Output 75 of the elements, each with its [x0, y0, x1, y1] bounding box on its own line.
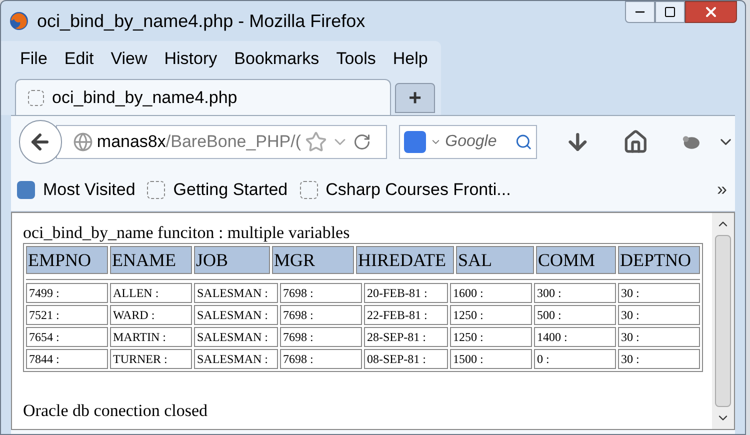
- new-tab-button[interactable]: +: [395, 83, 435, 113]
- table-cell: SALESMAN :: [194, 283, 278, 303]
- column-header: DEPTNO: [618, 246, 700, 274]
- column-header: SAL: [456, 246, 534, 274]
- firefox-logo-icon: [9, 11, 29, 31]
- search-icon[interactable]: [515, 133, 532, 151]
- menu-item[interactable]: Bookmarks: [234, 46, 320, 72]
- home-icon[interactable]: [622, 129, 648, 155]
- maximize-button[interactable]: [655, 1, 685, 23]
- table-cell: 7698 :: [280, 327, 362, 347]
- column-header: MGR: [272, 246, 354, 274]
- page-heading: oci_bind_by_name funciton : multiple variables: [23, 223, 351, 243]
- table-cell: 7654 :: [26, 327, 108, 347]
- maximize-icon: [664, 6, 676, 18]
- bookmark-item[interactable]: Csharp Courses Fronti...: [326, 176, 511, 202]
- table-cell: 300 :: [534, 283, 616, 303]
- table-cell: 22-FEB-81 :: [364, 305, 448, 325]
- menu-item[interactable]: Edit: [64, 46, 94, 72]
- bookmark-item[interactable]: Most Visited: [43, 176, 136, 202]
- menu-item[interactable]: History: [164, 46, 218, 72]
- table-cell: 7521 :: [26, 305, 108, 325]
- search-bar[interactable]: Google: [399, 125, 538, 159]
- table-cell: 7844 :: [26, 349, 108, 369]
- page-icon: [300, 180, 318, 198]
- search-field[interactable]: Google: [445, 130, 512, 154]
- column-header: COMM: [536, 246, 616, 274]
- table-cell: 30 :: [618, 349, 700, 369]
- table-cell: 30 :: [618, 283, 700, 303]
- vertical-scrollbar[interactable]: [712, 213, 734, 429]
- status-message: Oracle db conection closed: [23, 400, 209, 422]
- table-cell: 7698 :: [280, 305, 362, 325]
- bookmark-item[interactable]: Getting Started: [173, 176, 288, 202]
- menu-item[interactable]: Help: [392, 46, 428, 72]
- table-cell: SALESMAN :: [194, 305, 278, 325]
- table-cell: 1250 :: [450, 327, 532, 347]
- table-cell: 1600 :: [450, 283, 532, 303]
- window-title: oci_bind_by_name4.php - Mozilla Firefox: [37, 10, 366, 33]
- table-cell: 7698 :: [280, 349, 362, 369]
- globe-icon: [72, 132, 93, 152]
- table-cell: 0 :: [534, 349, 616, 369]
- bookmark-star-icon[interactable]: [305, 131, 328, 153]
- table-cell: 7499 :: [26, 283, 108, 303]
- close-icon: [703, 4, 719, 20]
- table-cell: ALLEN :: [110, 283, 192, 303]
- bookmarks-overflow-button[interactable]: »: [716, 176, 727, 203]
- page-icon: [147, 180, 166, 198]
- table-cell: 28-SEP-81 :: [364, 327, 448, 347]
- scrollbar-thumb[interactable]: [715, 235, 731, 407]
- column-header: HIREDATE: [356, 246, 454, 274]
- table-cell: 500 :: [534, 305, 616, 325]
- table-cell: WARD :: [110, 305, 192, 325]
- table-cell: 1400 :: [534, 327, 616, 347]
- menu-item[interactable]: View: [110, 46, 148, 72]
- table-cell: 7698 :: [280, 283, 362, 303]
- column-header: EMPNO: [26, 246, 108, 274]
- table-cell: TURNER :: [110, 349, 192, 369]
- table-cell: 08-SEP-81 :: [364, 349, 448, 369]
- table-cell: 20-FEB-81 :: [364, 283, 448, 303]
- column-header: ENAME: [110, 246, 192, 274]
- table-cell: 30 :: [618, 305, 700, 325]
- close-button[interactable]: [685, 1, 737, 23]
- table-cell: 1250 :: [450, 305, 532, 325]
- table-cell: 30 :: [618, 327, 700, 347]
- address-field[interactable]: manas8x/BareBone_PHP/(: [56, 125, 388, 159]
- menu-item[interactable]: File: [20, 46, 48, 72]
- reload-icon[interactable]: [353, 133, 372, 151]
- page-icon: [28, 90, 44, 106]
- table-cell: MARTIN :: [110, 327, 192, 347]
- back-button[interactable]: [19, 120, 62, 164]
- table-cell: SALESMAN :: [194, 327, 278, 347]
- browser-tab[interactable]: oci_bind_by_name4.php: [15, 79, 391, 115]
- column-header: JOB: [194, 246, 270, 274]
- table-cell: SALESMAN :: [194, 349, 278, 369]
- table-cell: 1500 :: [450, 349, 532, 369]
- menu-item[interactable]: Tools: [336, 46, 376, 72]
